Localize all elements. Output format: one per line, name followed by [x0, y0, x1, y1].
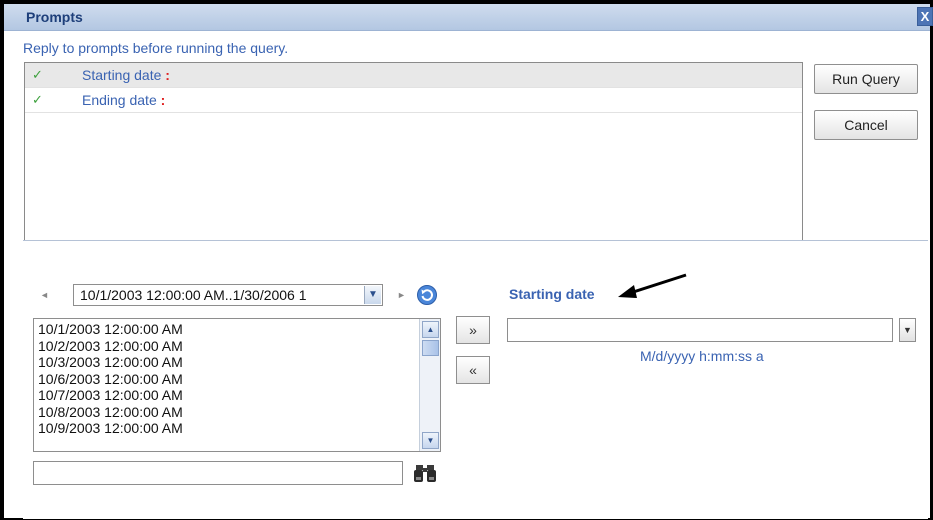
required-marker: :	[160, 92, 166, 108]
dialog-title: Prompts	[26, 9, 83, 25]
add-value-button[interactable]: »	[456, 316, 490, 344]
lov-item[interactable]: 10/7/2003 12:00:00 AM	[38, 387, 183, 403]
next-range-icon[interactable]: ►	[397, 290, 406, 300]
run-query-button[interactable]: Run Query	[814, 64, 918, 94]
required-marker: :	[165, 67, 170, 83]
scroll-up-icon[interactable]: ▲	[422, 321, 439, 338]
lov-item[interactable]: 10/8/2003 12:00:00 AM	[38, 404, 183, 420]
lov-search-input[interactable]	[33, 461, 403, 485]
lov-value-list[interactable]: 10/1/2003 12:00:00 AM 10/2/2003 12:00:00 …	[33, 318, 441, 452]
refresh-icon[interactable]	[416, 284, 438, 306]
scrollbar-thumb[interactable]	[422, 340, 439, 356]
lov-item[interactable]: 10/3/2003 12:00:00 AM	[38, 354, 183, 370]
lov-range-value: 10/1/2003 12:00:00 AM..1/30/2006 1	[80, 287, 307, 303]
binoculars-icon[interactable]	[413, 462, 437, 484]
prompt-row-starting-date[interactable]: ✓ Starting date :	[25, 63, 802, 88]
check-icon: ✓	[32, 67, 43, 82]
lov-range-select[interactable]: 10/1/2003 12:00:00 AM..1/30/2006 1 ▼	[73, 284, 383, 306]
prompt-row-ending-date[interactable]: ✓ Ending date :	[25, 88, 802, 113]
answer-prompt-label: Starting date	[509, 286, 595, 302]
lov-item[interactable]: 10/9/2003 12:00:00 AM	[38, 420, 183, 436]
previous-range-icon[interactable]: ◄	[40, 290, 49, 300]
remove-value-button[interactable]: «	[456, 356, 490, 384]
date-value-input[interactable]	[507, 318, 893, 342]
chevron-down-icon[interactable]: ▼	[364, 286, 381, 304]
prompt-label-text: Ending date	[82, 92, 157, 108]
prompt-label: Starting date :	[82, 67, 170, 83]
lov-scrollbar[interactable]: ▲ ▼	[419, 319, 440, 451]
date-format-hint: M/d/yyyy h:mm:ss a	[640, 348, 764, 364]
close-icon[interactable]: X	[917, 7, 933, 26]
prompt-list: ✓ Starting date : ✓ Ending date :	[24, 62, 803, 242]
instructions-text: Reply to prompts before running the quer…	[23, 40, 289, 56]
arrow-annotation-icon	[618, 273, 687, 298]
scroll-down-icon[interactable]: ▼	[422, 432, 439, 449]
prompt-label-text: Starting date	[82, 67, 162, 83]
lov-item[interactable]: 10/2/2003 12:00:00 AM	[38, 338, 183, 354]
calendar-dropdown-icon[interactable]: ▼	[899, 318, 916, 342]
dialog-titlebar: Prompts X	[4, 4, 933, 31]
check-icon: ✓	[32, 92, 43, 107]
lov-item[interactable]: 10/6/2003 12:00:00 AM	[38, 371, 183, 387]
prompt-label: Ending date :	[82, 92, 165, 108]
cancel-button[interactable]: Cancel	[814, 110, 918, 140]
lov-item[interactable]: 10/1/2003 12:00:00 AM	[38, 321, 183, 337]
